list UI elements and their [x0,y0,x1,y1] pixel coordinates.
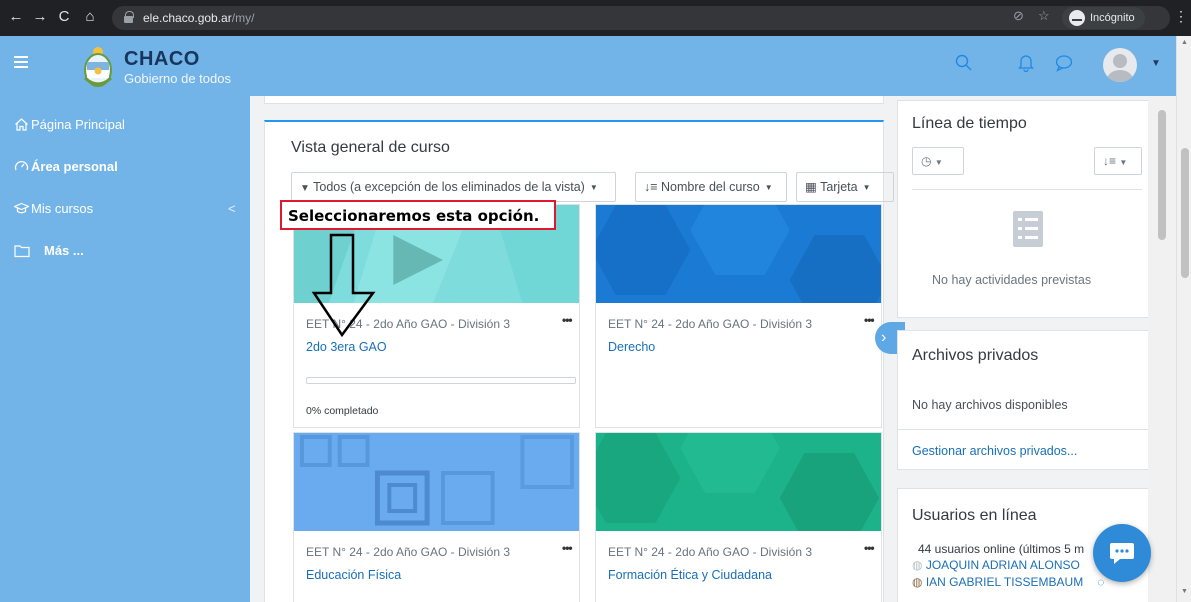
star-icon[interactable]: ☆ [1038,8,1050,24]
back-icon[interactable]: ← [6,7,26,27]
main-region: Vista general de curso ▼ Todos (a excepc… [250,96,1148,602]
chat-bubble-icon[interactable] [1055,54,1073,72]
course-name-link[interactable]: 2do 3era GAO [306,340,387,354]
course-card[interactable]: EET N° 24 - 2do Año GAO - División 3 •••… [293,432,580,602]
grouping-filter-dropdown[interactable]: ▼ Todos (a excepción de los eliminados d… [291,172,616,202]
search-icon[interactable] [955,54,973,72]
address-bar[interactable]: ele.chaco.gob.ar/my/ [112,6,1170,30]
sort-icon: ↓≡ [644,180,658,194]
course-image [294,433,579,531]
grid-icon: ▦ [805,180,817,194]
course-actions-menu[interactable]: ••• [562,313,573,327]
url-text: ele.chaco.gob.ar/my/ [143,11,255,25]
timeline-title: Línea de tiempo [912,115,1027,132]
user-avatar-icon: ◍ [912,558,923,572]
tracking-icon[interactable]: ⊘ [1013,8,1024,24]
scroll-up-icon[interactable]: ▲ [1181,39,1188,46]
sidebar-item-home[interactable]: Página Principal [14,117,125,132]
course-category: EET N° 24 - 2do Año GAO - División 3 [608,545,812,559]
home-browser-icon[interactable]: ⌂ [80,7,100,27]
progress-bar [306,377,576,384]
chat-icon [1110,543,1134,564]
course-card[interactable]: EET N° 24 - 2do Año GAO - División 3 •••… [595,432,882,602]
graduation-cap-icon [12,202,31,214]
timeline-sort-filter[interactable]: ↓≡ ▼ [1094,147,1142,175]
empty-list-icon [1013,211,1043,247]
home-icon [15,118,28,131]
annotation-arrow-icon [311,233,376,338]
course-category: EET N° 24 - 2do Año GAO - División 3 [608,317,812,331]
message-icon[interactable]: ◌ [1097,575,1104,589]
course-name-link[interactable]: Derecho [608,340,655,354]
dashboard-icon [14,160,29,171]
course-actions-menu[interactable]: ••• [562,541,573,555]
incognito-badge[interactable]: Incógnito [1062,7,1145,29]
chat-widget-button[interactable] [1093,524,1151,582]
chaco-logo [83,47,113,87]
online-user[interactable]: ◍ JOAQUIN ADRIAN ALONSO [912,558,1080,572]
caret-down-icon: ▼ [764,183,773,192]
filter-icon: ▼ [300,183,310,194]
browser-menu-icon[interactable]: ⋮ [1174,8,1188,25]
sort-icon: ↓≡ [1103,154,1117,168]
caret-down-icon: ▼ [862,183,871,192]
scrollbar-thumb[interactable] [1158,110,1166,240]
course-actions-menu[interactable]: ••• [864,313,875,327]
course-image [596,433,881,543]
online-users-title: Usuarios en línea [912,507,1037,524]
course-overview-title: Vista general de curso [291,139,450,156]
scroll-down-icon[interactable]: ▼ [1181,588,1188,595]
caret-down-icon: ▼ [589,183,598,192]
caret-down-icon: ▼ [1119,158,1128,167]
sort-dropdown[interactable]: ↓≡ Nombre del curso ▼ [635,172,787,202]
bell-icon[interactable] [1018,54,1034,72]
sidebar-item-more[interactable]: Más ... [14,243,84,258]
browser-toolbar: ← → C ⌂ ele.chaco.gob.ar/my/ ⊘ ☆ Incógni… [0,0,1191,36]
reload-icon[interactable]: C [54,7,74,27]
brand-title: CHACO [124,48,200,70]
online-user[interactable]: ◍ IAN GABRIEL TISSEMBAUM ◌ [912,575,1104,589]
course-name-link[interactable]: Formación Ética y Ciudadana [608,568,772,582]
sidebar-item-my-courses[interactable]: Mis cursos [12,201,93,216]
timeline-day-filter[interactable]: ◷ ▼ [912,147,964,175]
timeline-block: Línea de tiempo ◷ ▼ ↓≡ ▼ No hay activida… [897,100,1148,318]
page-scrollbar[interactable]: ▲ ▼ [1176,36,1191,602]
private-files-empty-text: No hay archivos disponibles [912,398,1068,412]
user-avatar-icon: ◍ [912,575,923,589]
previous-block [264,96,884,104]
user-avatar[interactable] [1103,48,1137,82]
scrollbar-thumb[interactable] [1181,148,1189,278]
course-category: EET N° 24 - 2do Año GAO - División 3 [306,545,510,559]
online-users-summary: 44 usuarios online (últimos 5 m [918,542,1085,556]
nav-drawer: Página Principal Área personal Mis curso… [0,96,250,602]
course-name-link[interactable]: Educación Física [306,568,401,582]
menu-toggle-icon[interactable] [14,56,28,68]
content-scrollbar[interactable] [1148,96,1176,602]
forward-icon[interactable]: → [30,7,50,27]
user-menu-caret-icon[interactable]: ▼ [1151,58,1161,69]
clock-icon: ◷ [921,154,932,168]
lock-icon [124,11,134,23]
caret-down-icon: ▼ [934,158,943,167]
course-card[interactable]: EET N° 24 - 2do Año GAO - División 3 •••… [595,204,882,428]
course-actions-menu[interactable]: ••• [864,541,875,555]
manage-private-files-link[interactable]: Gestionar archivos privados... [912,444,1077,458]
brand-subtitle: Gobierno de todos [124,71,231,86]
private-files-title: Archivos privados [912,347,1039,364]
chevron-left-icon[interactable]: < [228,201,236,216]
site-navbar: CHACO Gobierno de todos ▼ [0,36,1176,96]
sidebar-item-dashboard[interactable]: Área personal [14,159,118,174]
private-files-block: Archivos privados No hay archivos dispon… [897,330,1148,470]
folder-icon [14,245,30,258]
incognito-icon [1069,10,1085,26]
progress-text: 0% completado [306,405,379,417]
annotation-callout: Seleccionaremos esta opción. [280,200,556,230]
course-image [596,205,881,325]
course-overview-block: Vista general de curso ▼ Todos (a excepc… [264,120,894,602]
timeline-empty-text: No hay actividades previstas [932,273,1092,287]
view-dropdown[interactable]: ▦ Tarjeta ▼ [796,172,894,202]
